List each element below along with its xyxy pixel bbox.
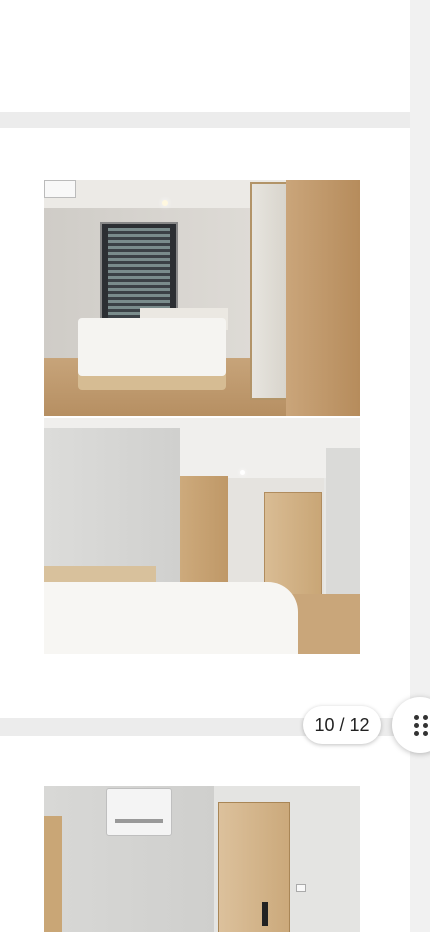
grid-dots-icon xyxy=(414,715,430,737)
page-counter: 10 / 12 xyxy=(303,706,381,744)
air-conditioner-door-photo[interactable] xyxy=(44,786,360,932)
bedroom-window-photo[interactable] xyxy=(44,180,360,416)
page-card-previous xyxy=(0,0,410,112)
page-card-next xyxy=(0,736,410,932)
page-card-current xyxy=(0,128,410,718)
scroll-rail[interactable] xyxy=(410,0,430,932)
bedroom-door-photo[interactable] xyxy=(44,418,360,654)
